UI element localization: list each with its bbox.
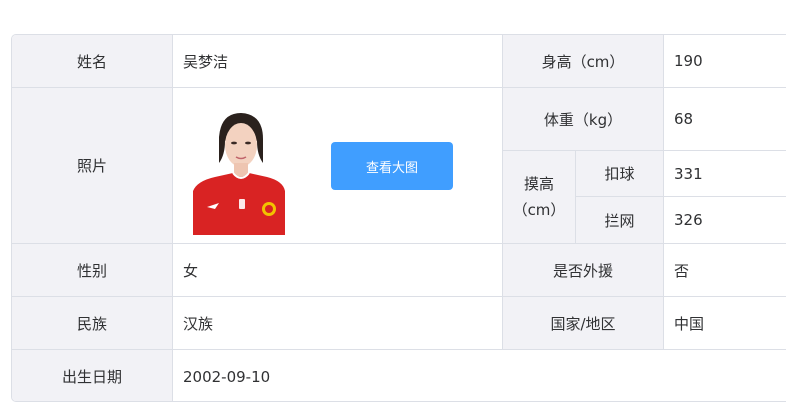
gender-label: 性别: [12, 244, 173, 297]
reach-label: 摸高 （cm）: [503, 151, 576, 244]
reach-label-line1: 摸高: [523, 175, 554, 193]
gender-value: 女: [173, 244, 503, 297]
height-value: 190: [664, 35, 786, 88]
birth-date-value: 2002-09-10: [173, 350, 786, 401]
photo-label: 照片: [12, 88, 173, 244]
block-label: 拦网: [576, 197, 664, 244]
ethnicity-value: 汉族: [173, 297, 503, 350]
spike-label: 扣球: [576, 151, 664, 197]
player-info-table: 姓名 吴梦洁 身高（cm） 190 照片 体重（kg） 68 摸高 （cm） 扣…: [11, 34, 786, 402]
foreign-player-label: 是否外援: [503, 244, 664, 297]
birth-date-label: 出生日期: [12, 350, 173, 401]
reach-label-line2: （cm）: [512, 201, 566, 219]
player-photo: [193, 111, 285, 235]
country-value: 中国: [664, 297, 786, 350]
spike-value: 331: [664, 151, 786, 197]
name-label: 姓名: [12, 35, 173, 88]
block-value: 326: [664, 197, 786, 244]
country-label: 国家/地区: [503, 297, 664, 350]
ethnicity-label: 民族: [12, 297, 173, 350]
name-value: 吴梦洁: [173, 35, 503, 88]
weight-value: 68: [664, 88, 786, 151]
weight-label: 体重（kg）: [503, 88, 664, 151]
height-label: 身高（cm）: [503, 35, 664, 88]
foreign-player-value: 否: [664, 244, 786, 297]
view-large-image-button[interactable]: 查看大图: [331, 142, 453, 190]
